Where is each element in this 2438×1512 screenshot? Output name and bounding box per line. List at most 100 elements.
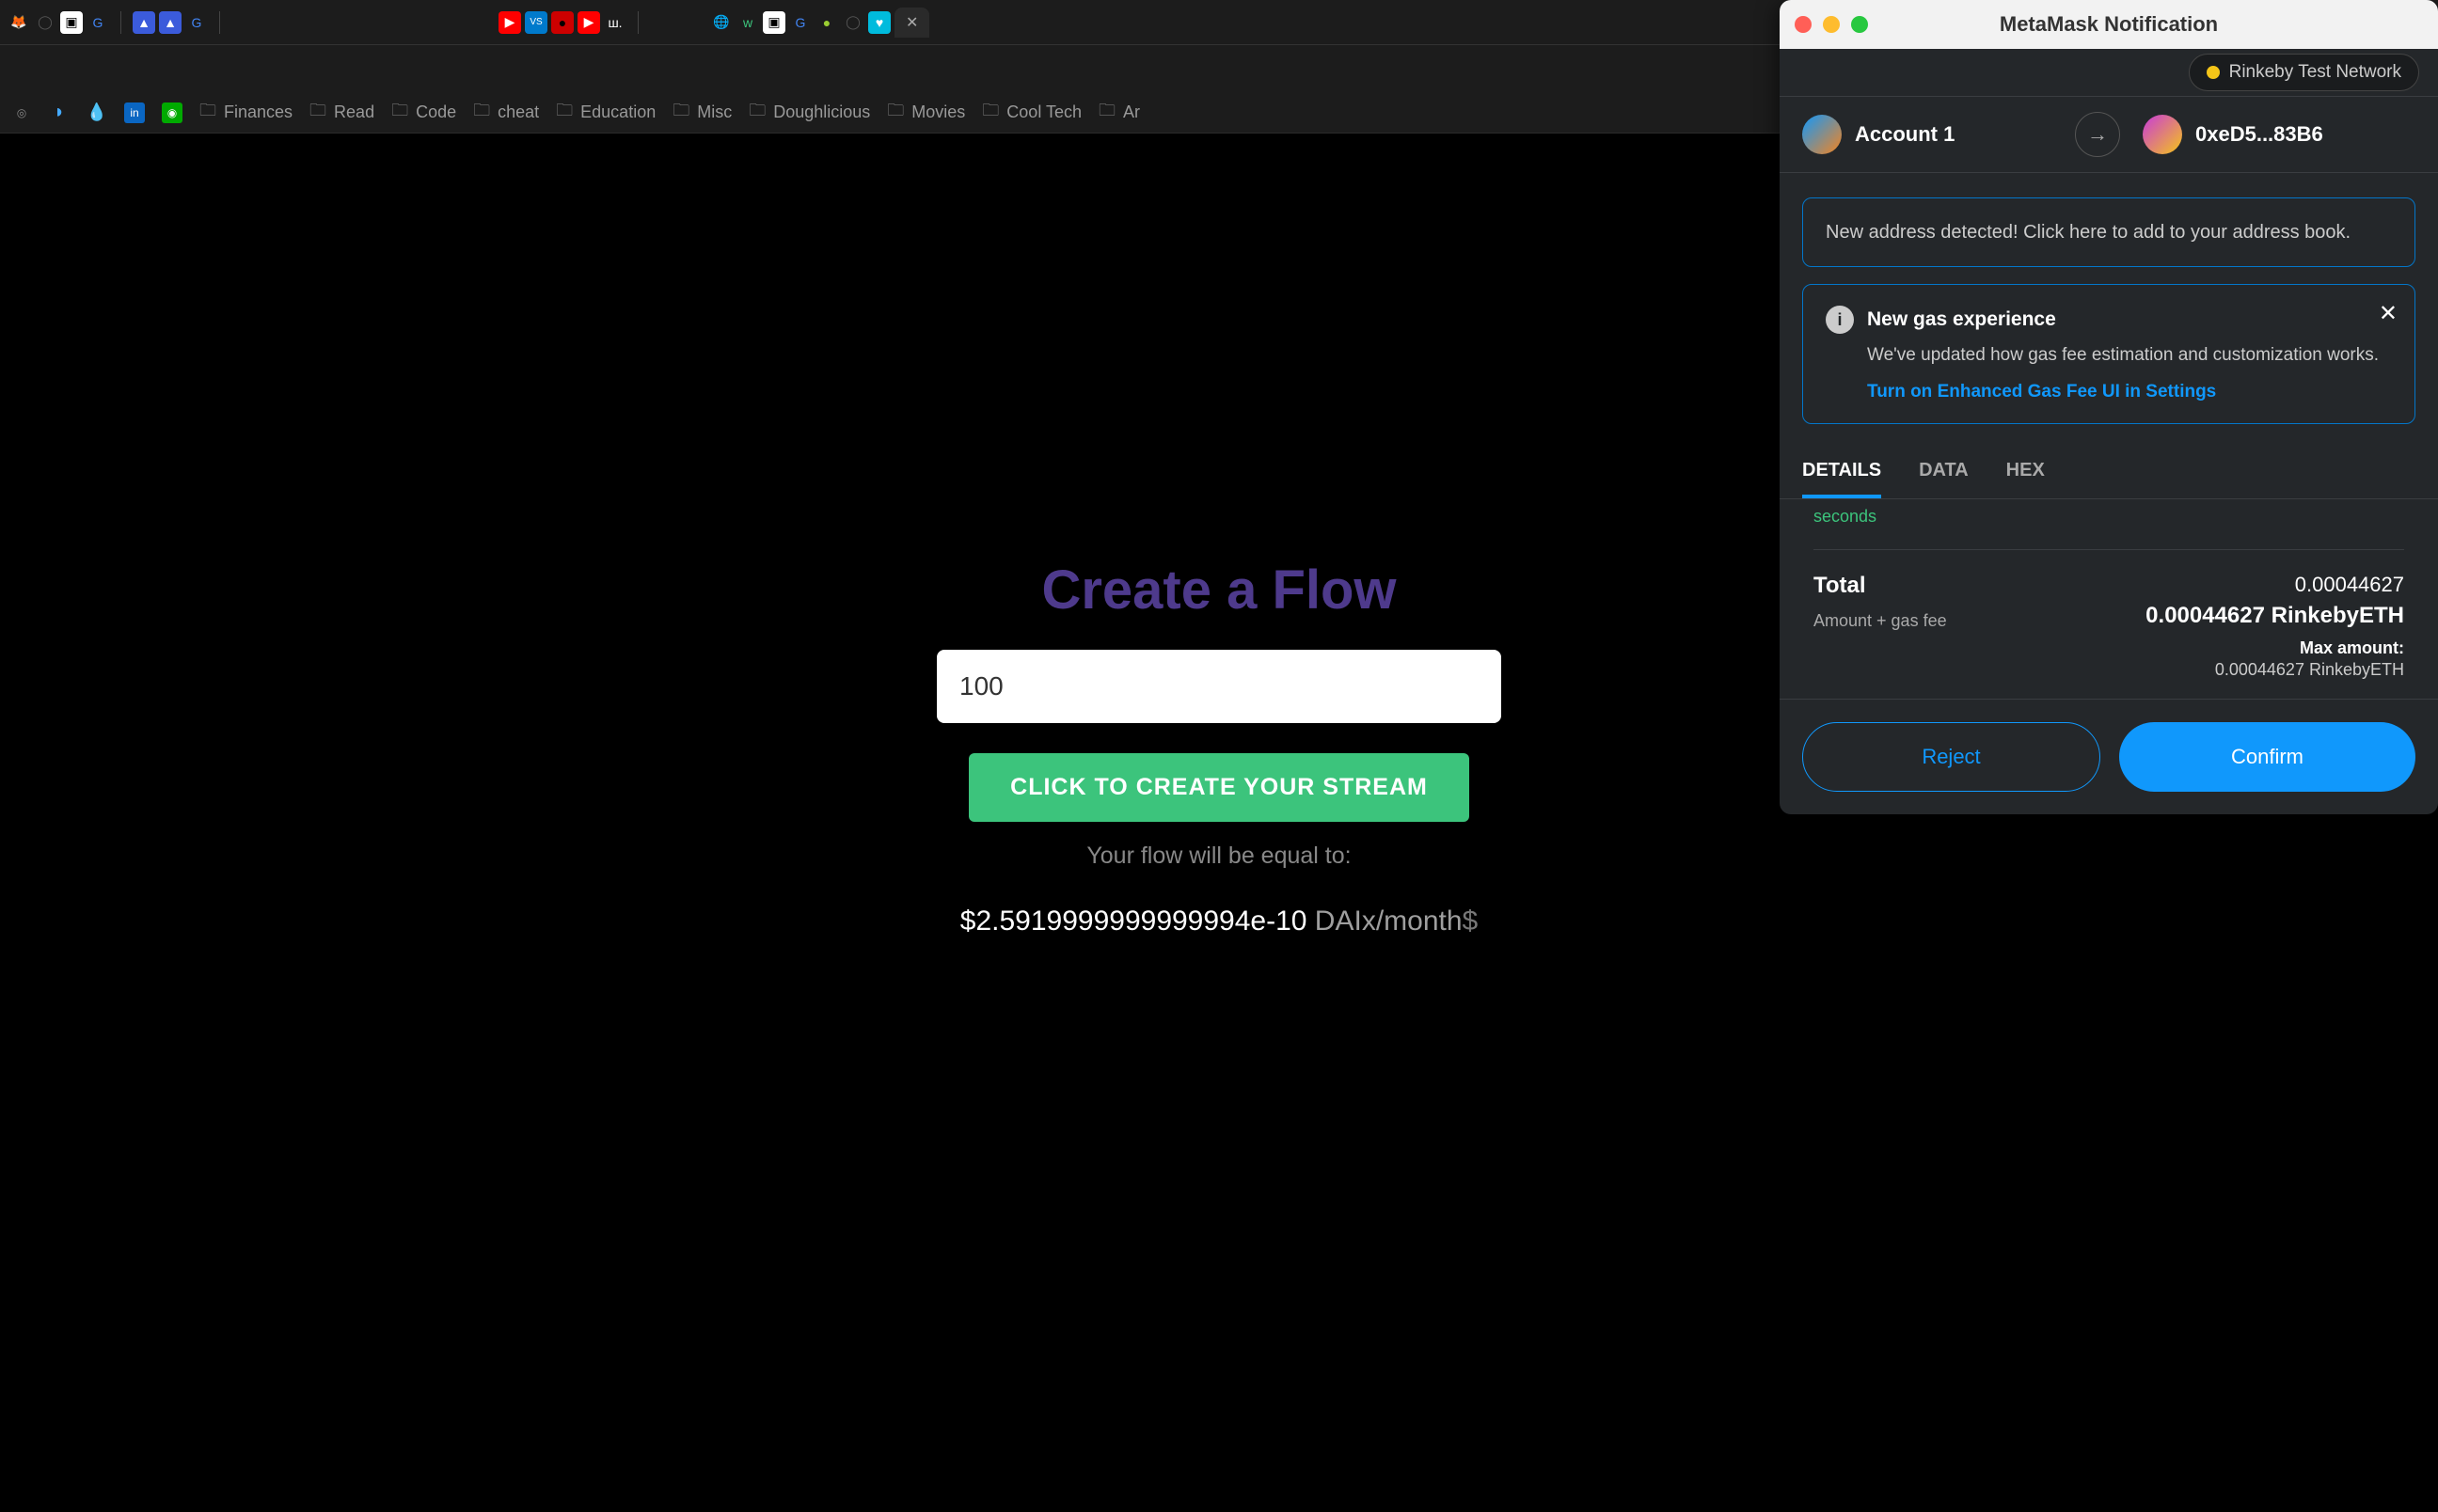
network-selector[interactable]: Rinkeby Test Network (2189, 54, 2419, 91)
window-traffic-lights (1795, 16, 1868, 33)
folder-icon: 🗀 (309, 99, 326, 127)
bookmark-icon[interactable]: ◎ (11, 102, 32, 123)
bookmark-label: Read (334, 102, 374, 122)
tab-favicon[interactable]: ▶ (578, 11, 600, 34)
tab-divider (219, 11, 220, 34)
tab-favicon[interactable]: G (185, 11, 208, 34)
bookmark-label: Finances (224, 102, 293, 122)
flow-amount-suffix: $ (1463, 906, 1479, 937)
new-address-notice[interactable]: New address detected! Click here to add … (1802, 197, 2415, 267)
tab-divider (638, 11, 639, 34)
flow-amount-unit: DAIx/month (1306, 906, 1462, 937)
folder-icon: 🗀 (982, 99, 999, 127)
details-panel: seconds Total Amount + gas fee 0.0004462… (1780, 499, 2438, 699)
tab-favicon[interactable]: ш. (604, 11, 626, 34)
bookmark-folder[interactable]: 🗀 Ar (1099, 99, 1140, 127)
divider (1813, 549, 2404, 550)
total-eth-big: 0.00044627 RinkebyETH (2145, 603, 2404, 629)
folder-icon: 🗀 (887, 99, 904, 127)
tab-favicon[interactable]: ♥ (868, 11, 891, 34)
metamask-titlebar: MetaMask Notification (1780, 0, 2438, 49)
avatar-icon (1802, 115, 1842, 154)
tab-data[interactable]: DATA (1919, 447, 1969, 498)
gas-description: We've updated how gas fee estimation and… (1867, 343, 2392, 369)
close-icon[interactable]: ✕ (906, 13, 918, 32)
create-stream-button[interactable]: CLICK TO CREATE YOUR STREAM (969, 753, 1469, 822)
bookmark-folder[interactable]: 🗀 Movies (887, 99, 965, 127)
bookmark-icon[interactable]: ◗ (49, 102, 70, 123)
account-to-address: 0xeD5...83B6 (2195, 122, 2323, 147)
folder-icon: 🗀 (473, 99, 490, 127)
estimated-time: seconds (1813, 507, 2404, 527)
tab-favicon[interactable]: ▲ (159, 11, 182, 34)
tab-favicon[interactable]: ● (815, 11, 838, 34)
network-row: Rinkeby Test Network (1780, 49, 2438, 96)
flow-amount-input[interactable] (937, 650, 1501, 723)
total-label: Total (1813, 573, 1947, 599)
tab-favicon[interactable]: VS (525, 11, 547, 34)
folder-icon: 🗀 (199, 99, 216, 127)
tab-favicon[interactable]: G (789, 11, 812, 34)
bookmark-icon[interactable]: in (124, 102, 145, 123)
max-amount-label: Max amount: (2145, 638, 2404, 658)
tab-favicon[interactable]: 🦊 (8, 11, 30, 34)
tab-hex[interactable]: HEX (2006, 447, 2045, 498)
bookmark-folder[interactable]: 🗀Education (556, 99, 656, 127)
bookmark-folder[interactable]: 🗀Cool Tech (982, 99, 1082, 127)
tab-favicon[interactable]: ▣ (763, 11, 785, 34)
bookmark-icon[interactable]: 💧 (87, 102, 107, 123)
bookmark-label: Movies (911, 102, 965, 122)
network-status-icon (2207, 66, 2220, 79)
flow-equal-text: Your flow will be equal to: (1086, 843, 1351, 870)
maximize-window-icon[interactable] (1851, 16, 1868, 33)
total-eth-small: 0.00044627 (2145, 573, 2404, 597)
notice-text: New address detected! Click here to add … (1826, 222, 2351, 243)
tab-favicon[interactable]: ◯ (34, 11, 56, 34)
max-amount-value: 0.00044627 RinkebyETH (2145, 660, 2404, 680)
bookmark-folder[interactable]: 🗀 Finances (199, 99, 293, 127)
gas-title: New gas experience (1867, 308, 2056, 331)
confirm-button[interactable]: Confirm (2119, 722, 2415, 792)
metamask-popup: MetaMask Notification Rinkeby Test Netwo… (1780, 0, 2438, 814)
bookmark-label: Ar (1123, 102, 1140, 122)
active-tab[interactable]: ✕ (894, 8, 929, 38)
gas-settings-link[interactable]: Turn on Enhanced Gas Fee UI in Settings (1867, 382, 2392, 402)
reject-button[interactable]: Reject (1802, 722, 2100, 792)
avatar-icon (2143, 115, 2182, 154)
folder-icon: 🗀 (1099, 99, 1116, 127)
bookmark-icon[interactable]: ◉ (162, 102, 182, 123)
tab-favicon[interactable]: 🌐 (710, 11, 733, 34)
flow-amount-display: $2.5919999999999994e-10 DAIx/month$ (960, 906, 1478, 937)
tab-favicon[interactable]: G (87, 11, 109, 34)
bookmark-folder[interactable]: 🗀 Misc (673, 99, 732, 127)
bookmark-folder[interactable]: 🗀 Read (309, 99, 374, 127)
bookmark-folder[interactable]: 🗀 Doughlicious (749, 99, 870, 127)
tab-details[interactable]: DETAILS (1802, 447, 1881, 498)
total-row: Total Amount + gas fee 0.00044627 0.0004… (1813, 573, 2404, 680)
folder-icon: 🗀 (391, 99, 408, 127)
account-from[interactable]: Account 1 (1802, 115, 2075, 154)
folder-icon: 🗀 (749, 99, 766, 127)
close-icon[interactable]: ✕ (2379, 300, 2398, 327)
bookmark-folder[interactable]: 🗀cheat (473, 99, 539, 127)
info-icon: i (1826, 306, 1854, 334)
close-window-icon[interactable] (1795, 16, 1812, 33)
account-to[interactable]: 0xeD5...83B6 (2120, 115, 2415, 154)
bookmark-folder[interactable]: 🗀 Code (391, 99, 456, 127)
tab-favicon[interactable]: ▲ (133, 11, 155, 34)
arrow-right-icon: → (2075, 112, 2120, 157)
tab-favicon[interactable]: ◯ (842, 11, 864, 34)
minimize-window-icon[interactable] (1823, 16, 1840, 33)
bookmark-label: Doughlicious (773, 102, 870, 122)
folder-icon: 🗀 (673, 99, 689, 127)
tab-divider (120, 11, 121, 34)
tab-favicon[interactable]: ▣ (60, 11, 83, 34)
network-name: Rinkeby Test Network (2229, 62, 2401, 83)
tab-favicon[interactable]: ● (551, 11, 574, 34)
bookmark-label: Education (580, 102, 656, 122)
bookmark-label: Code (416, 102, 456, 122)
tab-favicon[interactable]: ▶ (499, 11, 521, 34)
tab-favicon[interactable]: w (736, 11, 759, 34)
total-sublabel: Amount + gas fee (1813, 610, 1947, 632)
bookmark-label: Misc (697, 102, 732, 122)
